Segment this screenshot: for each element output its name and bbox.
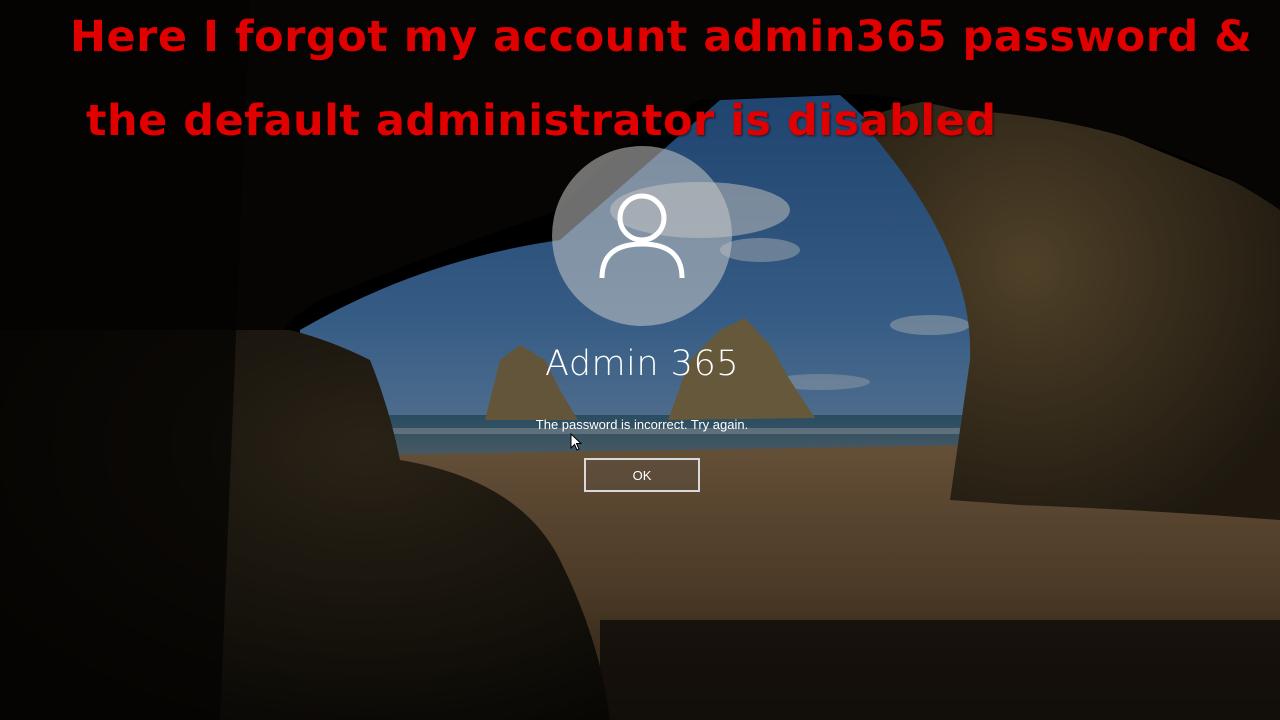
- user-icon: [599, 193, 685, 279]
- caption-line-2: the default administrator is disabled: [86, 96, 997, 146]
- mouse-cursor-icon: [570, 433, 582, 451]
- user-avatar: [552, 146, 732, 326]
- caption-line-1: Here I forgot my account admin365 passwo…: [70, 12, 1253, 62]
- username-label: Admin 365: [545, 344, 739, 384]
- password-error-message: The password is incorrect. Try again.: [535, 417, 749, 432]
- ok-button[interactable]: OK: [584, 458, 700, 492]
